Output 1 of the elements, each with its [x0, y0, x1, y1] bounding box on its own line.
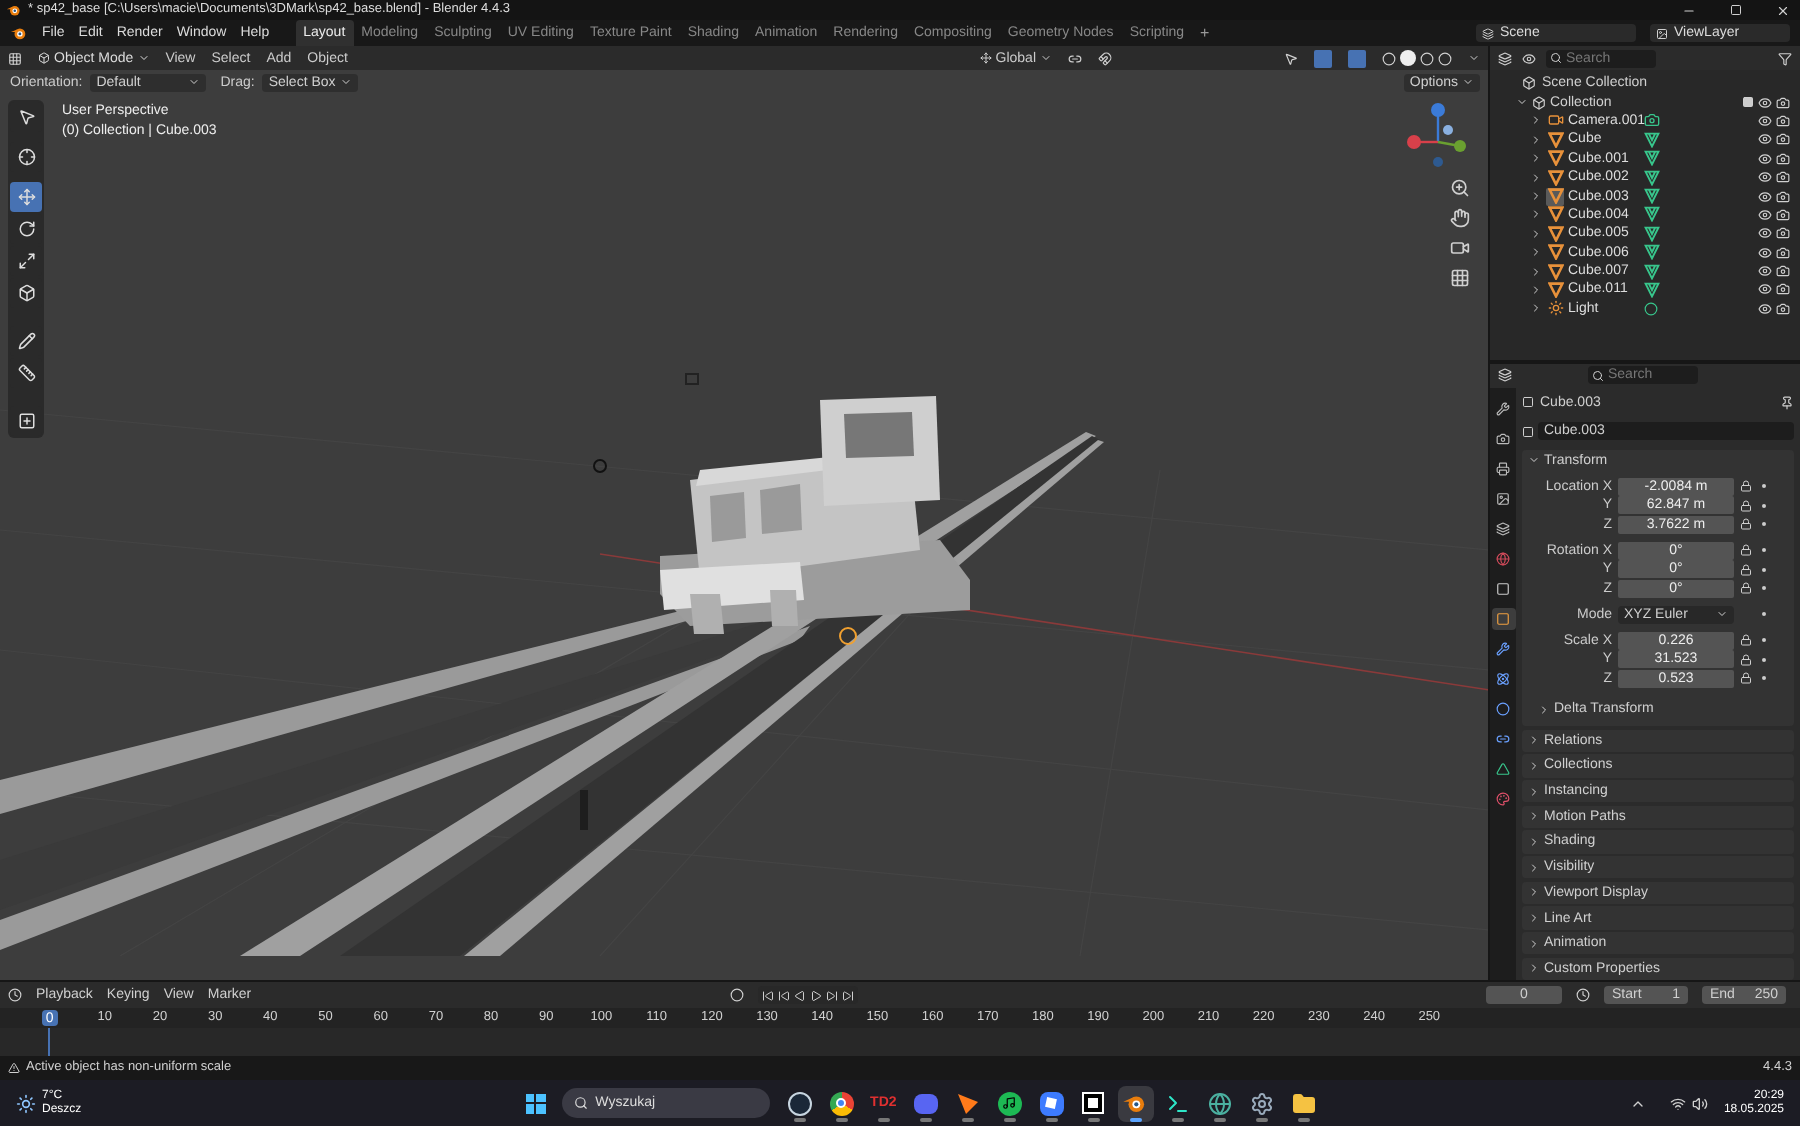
- add-workspace-button[interactable]: +: [1192, 20, 1218, 46]
